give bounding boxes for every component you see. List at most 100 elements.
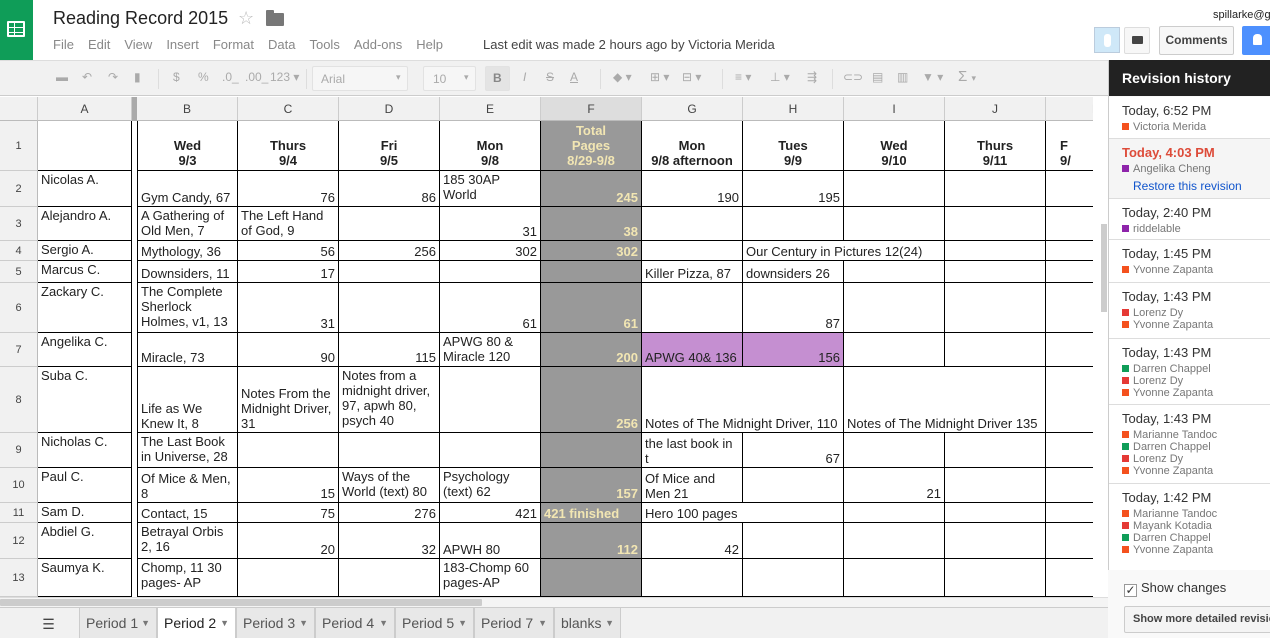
sheet-tab-period-7[interactable]: Period 7 ▼ [474, 608, 554, 638]
column-header[interactable]: K [1046, 97, 1093, 121]
cell-a12[interactable]: Abdiel G. [38, 523, 132, 559]
user-email[interactable]: spillarke@g [1213, 9, 1270, 21]
cell-i10[interactable]: 21 [844, 468, 945, 503]
cell-i13[interactable] [844, 559, 945, 597]
cell-c7[interactable]: 90 [238, 333, 339, 367]
cell-k3[interactable] [1046, 207, 1093, 241]
revision-entry[interactable]: Today, 1:43 PM Darren Chappel Lorenz Dy Yvo… [1109, 339, 1270, 405]
column-header[interactable]: H [743, 97, 844, 121]
revision-entry[interactable]: Today, 2:40 PM riddelable [1109, 199, 1270, 240]
column-header[interactable]: E [440, 97, 541, 121]
decrease-decimal-button[interactable]: .0_ [222, 70, 239, 84]
revision-entry[interactable]: Today, 1:42 PM Marianne Tandoc Mayank Kota… [1109, 484, 1270, 574]
borders-icon[interactable]: ⊞ ▾ [650, 70, 669, 84]
cell-e10[interactable]: Psychology (text) 62 [440, 468, 541, 503]
cell-j6[interactable] [945, 283, 1046, 333]
cell-f4[interactable]: 302 [541, 241, 642, 261]
cell-k12[interactable] [1046, 523, 1093, 559]
menu-help[interactable]: Help [416, 37, 443, 52]
cell-g12[interactable]: 42 [642, 523, 743, 559]
horizontal-scrollbar[interactable] [0, 597, 1108, 607]
cell-f10[interactable]: 157 [541, 468, 642, 503]
cell-i12[interactable] [844, 523, 945, 559]
menu-view[interactable]: View [124, 37, 152, 52]
cell-g13[interactable] [642, 559, 743, 597]
document-title[interactable]: Reading Record 2015 [53, 8, 228, 29]
cell-d9[interactable] [339, 433, 440, 468]
menu-addons[interactable]: Add-ons [354, 37, 402, 52]
print-icon[interactable]: ▬ [56, 70, 68, 84]
cell-f3[interactable]: 38 [541, 207, 642, 241]
cell-i7[interactable] [844, 333, 945, 367]
vertical-align-icon[interactable]: ⊥ ▾ [770, 70, 790, 84]
italic-button[interactable]: I [523, 70, 526, 84]
cell-i3[interactable] [844, 207, 945, 241]
cell-k10[interactable] [1046, 468, 1093, 503]
revision-entry[interactable]: Today, 4:03 PM Angelika Cheng Restore this… [1109, 139, 1270, 199]
cell-b10[interactable]: Of Mice & Men, 8 [137, 468, 238, 503]
cell-e8[interactable] [440, 367, 541, 433]
chevron-down-icon[interactable]: ▼ [538, 608, 547, 638]
cell-k9[interactable] [1046, 433, 1093, 468]
cell-c8[interactable]: Notes From the Midnight Driver, 31 [238, 367, 339, 433]
menu-file[interactable]: File [53, 37, 74, 52]
align-icon[interactable]: ≡ ▾ [735, 70, 751, 84]
cell-b3[interactable]: A Gathering of Old Men, 7 [137, 207, 238, 241]
cell-b9[interactable]: The Last Book in Universe, 28 [137, 433, 238, 468]
show-more-detailed-revisions-button[interactable]: Show more detailed revisions [1124, 606, 1270, 633]
cell-j11[interactable] [945, 503, 1046, 523]
cell-d7[interactable]: 115 [339, 333, 440, 367]
cell-d13[interactable] [339, 559, 440, 597]
cell-d11[interactable]: 276 [339, 503, 440, 523]
chevron-down-icon[interactable]: ▼ [299, 608, 308, 638]
column-header[interactable]: A [38, 97, 132, 121]
sheet-tab-period-4[interactable]: Period 4 ▼ [315, 608, 395, 638]
cell-f8[interactable]: 256 [541, 367, 642, 433]
cell-b8[interactable]: Life as We Knew It, 8 [137, 367, 238, 433]
cell-g3[interactable] [642, 207, 743, 241]
cell-e13[interactable]: 183-Chomp 60 pages-AP [440, 559, 541, 597]
cell-i5[interactable] [844, 261, 945, 283]
sheet-tab-blanks[interactable]: blanks ▼ [554, 608, 621, 638]
cell-h1[interactable]: Tues 9/9 [743, 121, 844, 171]
cell-b2[interactable]: Gym Candy, 67 [137, 171, 238, 207]
cell-c3[interactable]: The Left Hand of God, 9 [238, 207, 339, 241]
cell-h3[interactable] [743, 207, 844, 241]
row-header[interactable]: 6 [0, 283, 38, 333]
cell-g9[interactable]: the last book in t [642, 433, 743, 468]
cell-b7[interactable]: Miracle, 73 [137, 333, 238, 367]
revision-entry[interactable]: Today, 1:43 PM Marianne Tandoc Darren Chap… [1109, 405, 1270, 484]
cell-k5[interactable] [1046, 261, 1093, 283]
cell-f5[interactable] [541, 261, 642, 283]
cell-g11[interactable]: Hero 100 pages [642, 503, 945, 523]
cell-f2[interactable]: 245 [541, 171, 642, 207]
cell-c2[interactable]: 76 [238, 171, 339, 207]
cell-h10[interactable] [743, 468, 844, 503]
row-header[interactable]: 11 [0, 503, 38, 523]
cell-k13[interactable] [1046, 559, 1093, 597]
column-header[interactable]: C [238, 97, 339, 121]
cell-d5[interactable] [339, 261, 440, 283]
chevron-down-icon[interactable]: ▼ [605, 608, 614, 638]
show-changes-checkbox[interactable]: ✓ Show changes [1124, 580, 1226, 597]
cell-d3[interactable] [339, 207, 440, 241]
revision-entry[interactable]: Today, 6:52 PM Victoria Merida [1109, 97, 1270, 139]
cell-a9[interactable]: Nicholas C. [38, 433, 132, 468]
cell-g2[interactable]: 190 [642, 171, 743, 207]
revision-entry[interactable]: Today, 1:45 PM Yvonne Zapanta [1109, 240, 1270, 283]
cell-g5[interactable]: Killer Pizza, 87 [642, 261, 743, 283]
cell-b13[interactable]: Chomp, 11 30 pages- AP [137, 559, 238, 597]
row-header[interactable]: 4 [0, 241, 38, 261]
cell-f6[interactable]: 61 [541, 283, 642, 333]
star-icon[interactable]: ☆ [238, 8, 254, 29]
cell-e9[interactable] [440, 433, 541, 468]
cell-j1[interactable]: Thurs 9/11 [945, 121, 1046, 171]
cell-i2[interactable] [844, 171, 945, 207]
column-header[interactable]: I [844, 97, 945, 121]
cell-a1[interactable] [38, 121, 132, 171]
cell-d2[interactable]: 86 [339, 171, 440, 207]
select-all-corner[interactable] [0, 97, 38, 121]
cell-e2[interactable]: 185 30AP World [440, 171, 541, 207]
menu-tools[interactable]: Tools [309, 37, 339, 52]
merge-cells-icon[interactable]: ⊟ ▾ [682, 70, 701, 84]
